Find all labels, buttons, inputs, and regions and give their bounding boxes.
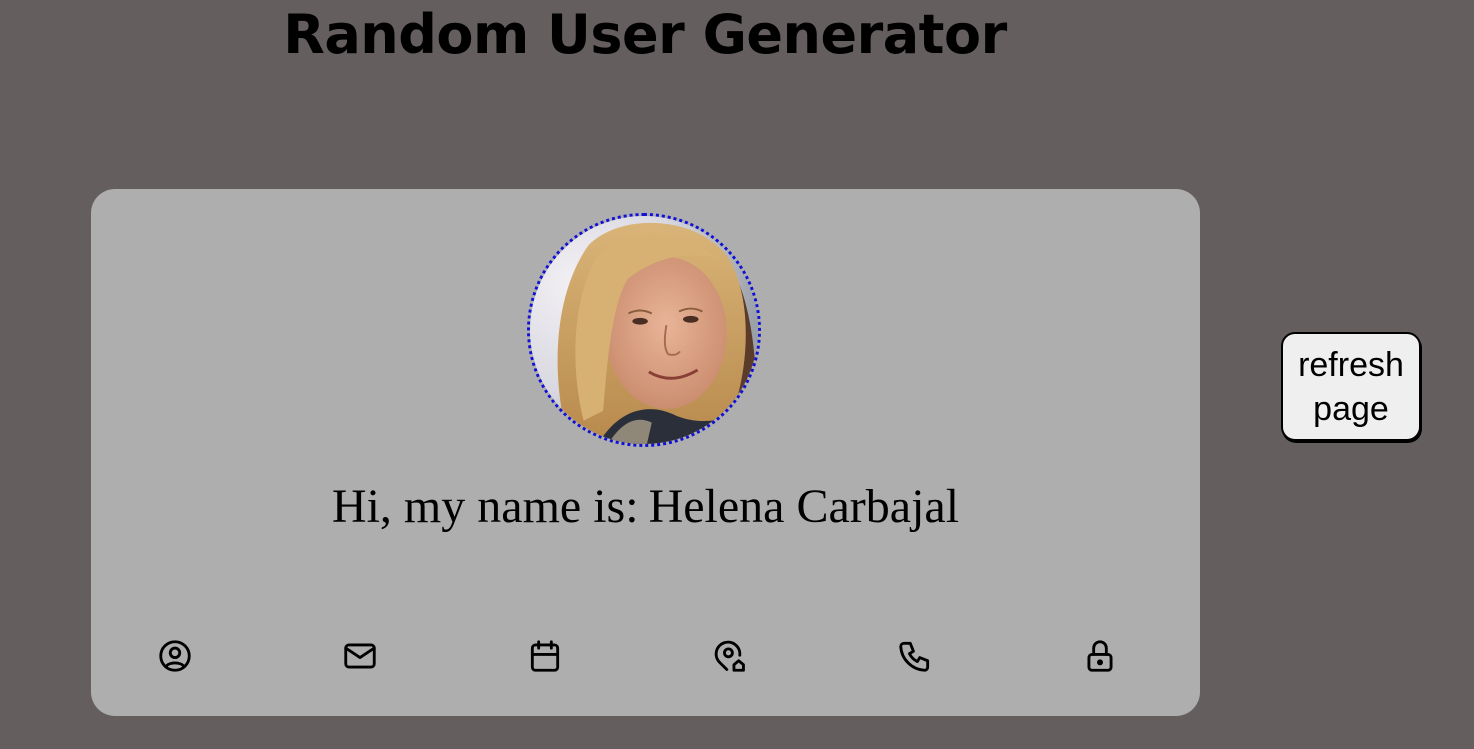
user-card: Hi, my name is: Helena Carbajal: [91, 189, 1200, 716]
calendar-icon[interactable]: [525, 636, 565, 676]
page-title: Random User Generator: [283, 3, 1007, 66]
avatar: [527, 213, 761, 447]
lock-icon[interactable]: [1080, 636, 1120, 676]
map-pin-home-icon[interactable]: [710, 636, 750, 676]
info-icon-row: [91, 636, 1200, 676]
avatar-photo: [530, 216, 758, 444]
mail-icon[interactable]: [340, 636, 380, 676]
user-value: Helena Carbajal: [648, 480, 960, 533]
greeting-label: Hi, my name is:: [331, 480, 639, 533]
refresh-page-button[interactable]: refresh page: [1281, 332, 1421, 441]
phone-icon[interactable]: [895, 636, 935, 676]
greeting: Hi, my name is: Helena Carbajal: [91, 479, 1200, 535]
user-icon[interactable]: [155, 636, 195, 676]
